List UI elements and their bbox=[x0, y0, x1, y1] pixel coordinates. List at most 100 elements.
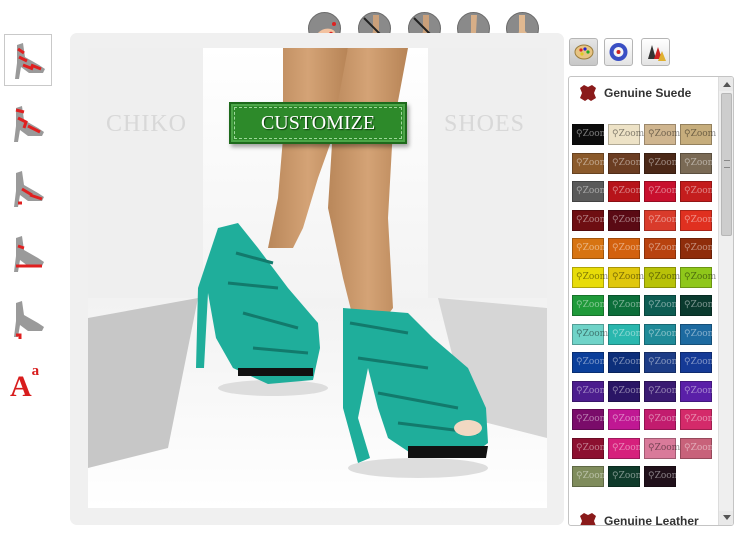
customize-button[interactable]: CUSTOMIZE bbox=[229, 102, 407, 144]
color-swatch[interactable]: ⚲Zoom bbox=[608, 152, 644, 174]
color-swatch[interactable]: ⚲Zoom bbox=[680, 295, 716, 316]
color-swatch[interactable]: ⚲Zoom bbox=[644, 266, 680, 288]
color-swatch[interactable]: ⚲Zoom bbox=[608, 266, 644, 288]
color-swatch[interactable]: ⚲Zoom bbox=[680, 181, 716, 202]
color-swatch[interactable]: ⚲Zoom bbox=[572, 209, 608, 231]
color-swatch[interactable]: ⚲Zoom bbox=[680, 352, 716, 373]
zoom-label: ⚲Zoom bbox=[648, 157, 681, 168]
zoom-label: ⚲Zoom bbox=[612, 157, 645, 168]
color-swatch[interactable]: ⚲Zoom bbox=[608, 409, 644, 430]
zoom-label: ⚲Zoom bbox=[576, 414, 609, 424]
zoom-label: ⚲Zoom bbox=[648, 442, 681, 453]
zoom-label: ⚲Zoom bbox=[612, 385, 645, 396]
color-swatch[interactable]: ⚲Zoom bbox=[572, 437, 608, 459]
color-swatch[interactable]: ⚲Zoom bbox=[608, 466, 644, 487]
color-swatch[interactable]: ⚲Zoom bbox=[680, 209, 716, 231]
zoom-label: ⚲Zoom bbox=[612, 243, 645, 253]
zoom-label: ⚲Zoom bbox=[648, 414, 681, 424]
color-swatch[interactable]: ⚲Zoom bbox=[644, 209, 680, 231]
scroll-up-button[interactable] bbox=[719, 77, 733, 91]
color-swatch[interactable]: ⚲Zoom bbox=[644, 437, 680, 459]
color-swatch[interactable]: ⚲Zoom bbox=[572, 124, 608, 145]
color-swatch[interactable]: ⚲Zoom bbox=[572, 323, 608, 345]
zoom-label: ⚲Zoom bbox=[684, 357, 717, 367]
color-swatch[interactable]: ⚲Zoom bbox=[680, 323, 716, 345]
zoom-label: ⚲Zoom bbox=[648, 129, 681, 139]
color-swatch[interactable]: ⚲Zoom bbox=[644, 295, 680, 316]
zoom-label: ⚲Zoom bbox=[684, 271, 717, 282]
zoom-label: ⚲Zoom bbox=[612, 271, 645, 282]
color-swatch[interactable]: ⚲Zoom bbox=[644, 181, 680, 202]
color-swatch[interactable]: ⚲Zoom bbox=[680, 124, 716, 145]
color-swatch[interactable]: ⚲Zoom bbox=[572, 152, 608, 174]
leather-hide-icon bbox=[580, 512, 596, 525]
thumbnail-style-1[interactable] bbox=[4, 34, 52, 86]
text-tool-letter: A bbox=[10, 370, 32, 403]
color-swatch[interactable]: ⚲Zoom bbox=[608, 181, 644, 202]
color-swatch[interactable]: ⚲Zoom bbox=[572, 181, 608, 202]
zoom-label: ⚲Zoom bbox=[576, 157, 609, 168]
color-swatch[interactable]: ⚲Zoom bbox=[644, 124, 680, 145]
color-swatch[interactable]: ⚲Zoom bbox=[608, 437, 644, 459]
section-header-suede[interactable]: Genuine Suede bbox=[577, 81, 691, 103]
color-swatch[interactable]: ⚲Zoom bbox=[644, 466, 680, 487]
scroll-thumb[interactable] bbox=[721, 93, 732, 236]
color-swatch[interactable]: ⚲Zoom bbox=[644, 238, 680, 259]
zoom-label: ⚲Zoom bbox=[648, 385, 681, 396]
color-swatch[interactable]: ⚲Zoom bbox=[608, 352, 644, 373]
zoom-label: ⚲Zoom bbox=[684, 186, 717, 196]
zoom-label: ⚲Zoom bbox=[648, 186, 681, 196]
section-header-leather[interactable]: Genuine Leather bbox=[577, 509, 699, 526]
color-swatch[interactable]: ⚲Zoom bbox=[608, 380, 644, 402]
color-swatch[interactable]: ⚲Zoom bbox=[644, 323, 680, 345]
color-swatch[interactable]: ⚲Zoom bbox=[680, 437, 716, 459]
zoom-label: ⚲Zoom bbox=[648, 243, 681, 253]
color-swatch[interactable]: ⚲Zoom bbox=[572, 352, 608, 373]
scroll-down-button[interactable] bbox=[719, 511, 733, 525]
color-swatch[interactable]: ⚲Zoom bbox=[680, 152, 716, 174]
text-customize-tool[interactable]: Aa bbox=[10, 363, 39, 403]
color-swatch[interactable]: ⚲Zoom bbox=[572, 238, 608, 259]
thumbnail-style-5[interactable] bbox=[4, 293, 52, 345]
zoom-label: ⚲Zoom bbox=[612, 471, 645, 481]
zoom-label: ⚲Zoom bbox=[648, 214, 681, 225]
palette-icon bbox=[574, 44, 594, 60]
color-swatch[interactable]: ⚲Zoom bbox=[644, 152, 680, 174]
color-swatch[interactable]: ⚲Zoom bbox=[608, 209, 644, 231]
color-swatch[interactable]: ⚲Zoom bbox=[608, 295, 644, 316]
thumbnail-style-4[interactable] bbox=[4, 228, 52, 280]
color-swatch[interactable]: ⚲Zoom bbox=[608, 238, 644, 259]
layers-tool-button[interactable] bbox=[641, 38, 670, 66]
zoom-label: ⚲Zoom bbox=[684, 442, 717, 453]
color-swatch[interactable]: ⚲Zoom bbox=[644, 409, 680, 430]
color-swatch[interactable]: ⚲Zoom bbox=[680, 409, 716, 430]
color-swatch[interactable]: ⚲Zoom bbox=[608, 124, 644, 145]
color-swatch[interactable]: ⚲Zoom bbox=[644, 380, 680, 402]
color-swatch[interactable]: ⚲Zoom bbox=[572, 380, 608, 402]
thumbnail-style-3[interactable] bbox=[4, 163, 52, 215]
thumbnail-style-2[interactable] bbox=[4, 98, 52, 150]
color-swatch[interactable]: ⚲Zoom bbox=[680, 266, 716, 288]
zoom-label: ⚲Zoom bbox=[648, 357, 681, 367]
color-swatch[interactable]: ⚲Zoom bbox=[644, 352, 680, 373]
color-swatch[interactable]: ⚲Zoom bbox=[572, 266, 608, 288]
zoom-label: ⚲Zoom bbox=[648, 300, 681, 310]
color-wheel-icon bbox=[609, 43, 628, 61]
section-title-leather: Genuine Leather bbox=[604, 513, 699, 526]
zoom-label: ⚲Zoom bbox=[576, 300, 609, 310]
color-swatch[interactable]: ⚲Zoom bbox=[572, 466, 608, 487]
palette-tool-button[interactable] bbox=[569, 38, 598, 66]
panel-scrollbar[interactable] bbox=[718, 77, 733, 525]
color-swatch[interactable]: ⚲Zoom bbox=[572, 295, 608, 316]
color-swatch[interactable]: ⚲Zoom bbox=[572, 409, 608, 430]
zoom-label: ⚲Zoom bbox=[612, 186, 645, 196]
color-swatch[interactable]: ⚲Zoom bbox=[680, 380, 716, 402]
zoom-label: ⚲Zoom bbox=[576, 471, 609, 481]
zoom-label: ⚲Zoom bbox=[576, 357, 609, 367]
color-swatch[interactable]: ⚲Zoom bbox=[680, 238, 716, 259]
zoom-label: ⚲Zoom bbox=[648, 328, 681, 339]
color-swatch[interactable]: ⚲Zoom bbox=[608, 323, 644, 345]
color-wheel-tool-button[interactable] bbox=[604, 38, 633, 66]
zoom-label: ⚲Zoom bbox=[576, 129, 609, 139]
layers-icon bbox=[648, 45, 666, 61]
